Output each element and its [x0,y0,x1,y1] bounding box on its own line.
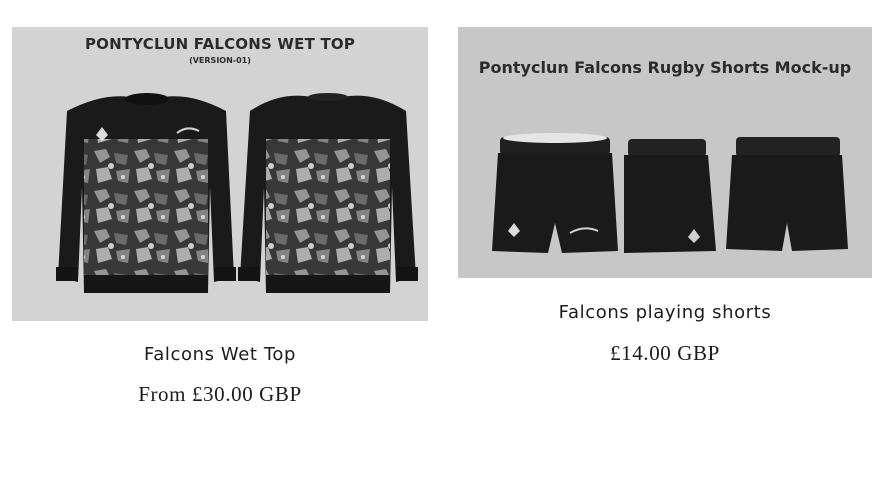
shorts-side [624,139,716,253]
product-name[interactable]: Falcons Wet Top [12,344,428,365]
product-price: From £30.00 GBP [138,382,302,406]
sweater-back [238,93,418,293]
shorts-illustration [492,133,848,253]
product-name[interactable]: Falcons playing shorts [458,302,872,323]
product-image-wet-top[interactable]: PONTYCLUN FALCONS WET TOP (VERSION-01) [12,27,428,321]
sweater-front [56,93,236,293]
shorts-back [726,137,848,251]
product-price: £14.00 GBP [610,341,720,365]
product-image-playing-shorts[interactable]: Pontyclun Falcons Rugby Shorts Mock-up [458,27,872,278]
shorts-front [492,133,618,253]
wet-top-illustration [56,93,418,293]
